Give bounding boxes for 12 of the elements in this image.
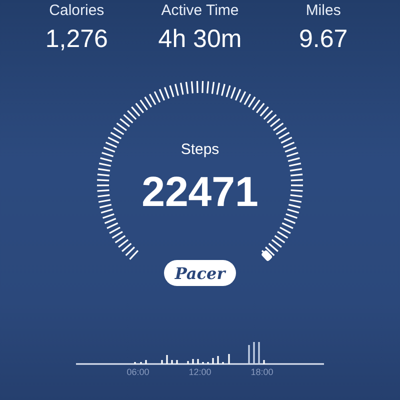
- stat-label: Miles: [306, 2, 341, 20]
- stat-value: 9.67: [298, 24, 348, 54]
- stat-label: Calories: [49, 2, 104, 20]
- stat-label: Active Time: [161, 2, 239, 20]
- time-label: 12:00: [188, 367, 212, 378]
- gauge-label: Steps: [180, 141, 220, 159]
- pacer-logo: Pacer: [164, 260, 236, 286]
- stat-value: 1,276: [45, 24, 108, 54]
- time-label: 06:00: [126, 367, 150, 378]
- step-count: 22471: [142, 169, 258, 215]
- time-label: 18:00: [250, 367, 274, 378]
- stat-value: 4h 30m: [158, 24, 242, 54]
